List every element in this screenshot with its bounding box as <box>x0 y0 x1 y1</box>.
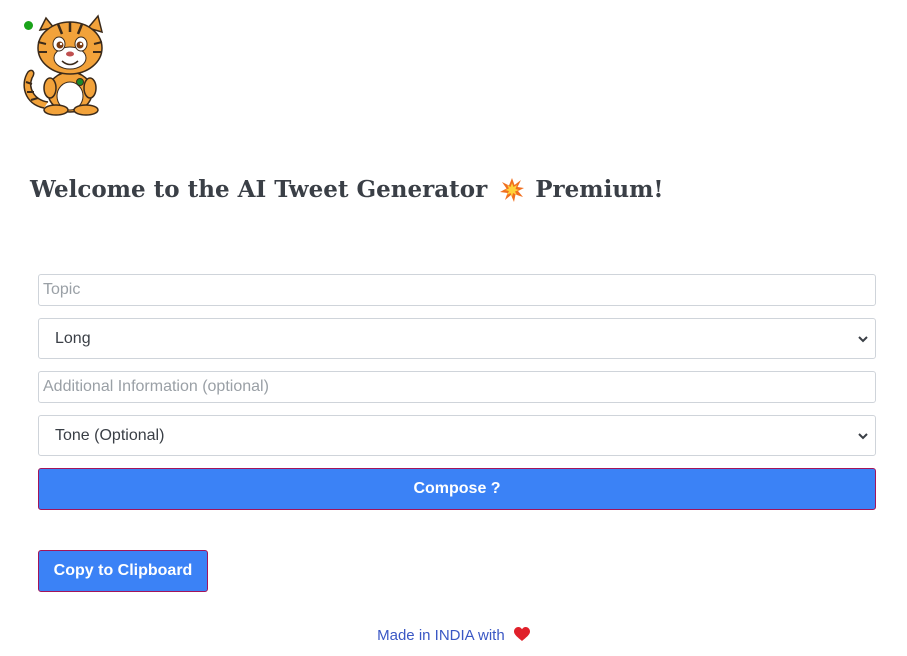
chevron-down-icon <box>858 433 868 440</box>
tiger-mascot-logo <box>18 12 116 116</box>
additional-info-input[interactable]: Additional Information (optional) <box>38 371 876 403</box>
topic-placeholder: Topic <box>43 281 81 298</box>
chevron-down-icon <box>858 336 868 343</box>
collision-icon <box>499 177 525 203</box>
copy-to-clipboard-button[interactable]: Copy to Clipboard <box>38 550 208 592</box>
title-premium: Premium! <box>535 176 664 203</box>
length-selected-value: Long <box>55 330 91 347</box>
compose-button[interactable]: Compose ? <box>38 468 876 510</box>
length-select[interactable]: Long <box>38 318 876 359</box>
footer: Made in INDIA with <box>0 627 907 644</box>
footer-text: Made in INDIA with <box>377 627 505 644</box>
status-dot <box>24 21 33 30</box>
tone-select[interactable]: Tone (Optional) <box>38 415 876 456</box>
heart-icon <box>513 627 530 642</box>
page-title: Welcome to the AI Tweet Generator Premiu… <box>30 176 664 203</box>
topic-input[interactable]: Topic <box>38 274 876 306</box>
title-text: Welcome to the AI Tweet Generator <box>30 176 488 203</box>
tone-selected-value: Tone (Optional) <box>55 427 165 444</box>
additional-info-placeholder: Additional Information (optional) <box>43 378 269 395</box>
